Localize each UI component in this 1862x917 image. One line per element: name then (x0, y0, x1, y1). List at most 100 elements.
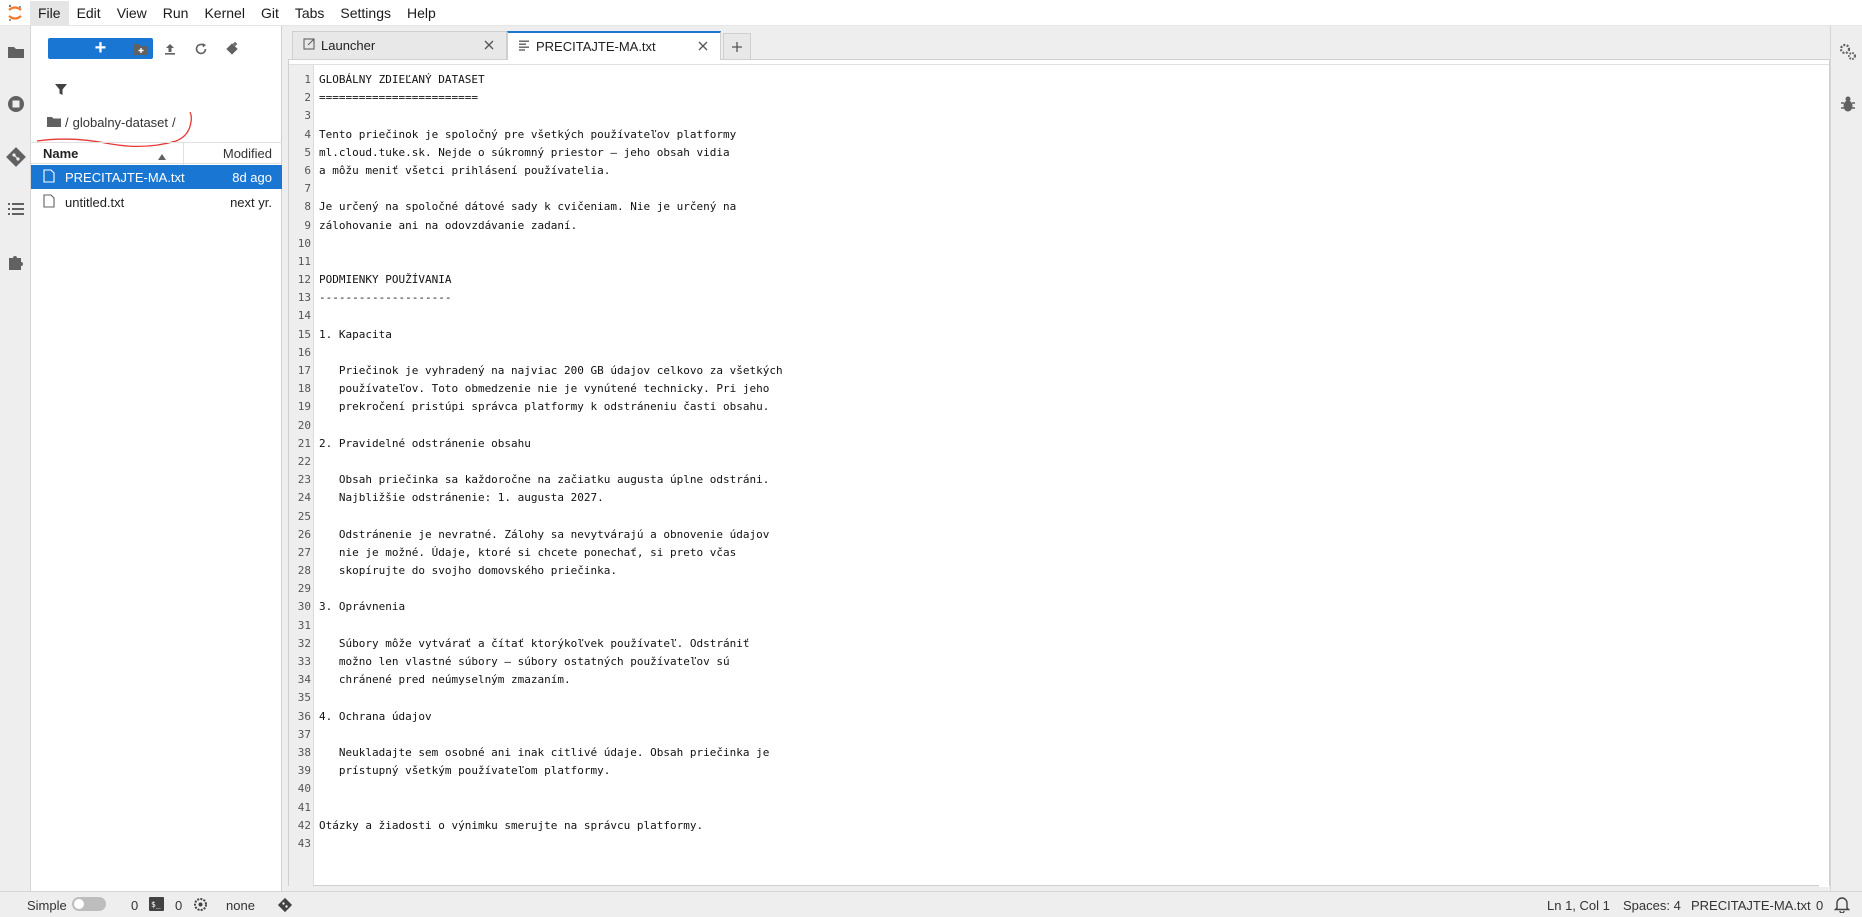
close-icon[interactable] (482, 38, 496, 55)
editor-line[interactable]: 26 Odstránenie je nevratné. Zálohy sa ne… (289, 526, 783, 544)
editor-line[interactable]: 43 (289, 835, 783, 853)
editor-line[interactable]: 21 2. Pravidelné odstránenie obsahu (289, 435, 783, 453)
line-text: 2. Pravidelné odstránenie obsahu (319, 436, 531, 450)
editor-line[interactable]: 42 Otázky a žiadosti o výnimku smerujte n… (289, 817, 783, 835)
menu-view[interactable]: View (109, 1, 155, 25)
editor-line[interactable]: 28 skopírujte do svojho domovského prieč… (289, 562, 783, 580)
filter-icon[interactable] (51, 80, 71, 100)
editor-line[interactable]: 19 prekročení pristúpi správca platformy… (289, 398, 783, 416)
editor-line[interactable]: 3 (289, 107, 783, 125)
editor-line[interactable]: 40 (289, 780, 783, 798)
folder-icon[interactable] (4, 40, 28, 64)
menu-tabs[interactable]: Tabs (287, 1, 333, 25)
debugger-bug-icon[interactable] (1836, 92, 1860, 116)
close-icon[interactable] (696, 39, 710, 56)
editor-line[interactable]: 20 (289, 417, 783, 435)
file-row-precitajte-ma[interactable]: PRECITAJTE-MA.txt 8d ago (31, 165, 282, 189)
editor-line[interactable]: 16 (289, 344, 783, 362)
editor-line[interactable]: 13 -------------------- (289, 289, 783, 307)
sort-ascending-icon[interactable] (158, 148, 166, 163)
editor-line[interactable]: 2 ======================== (289, 89, 783, 107)
menu-kernel[interactable]: Kernel (196, 1, 252, 25)
notification-bell-icon[interactable] (1833, 896, 1851, 914)
editor-line[interactable]: 22 (289, 453, 783, 471)
editor-line[interactable]: 5 ml.cloud.tuke.sk. Nejde o súkromný prie… (289, 144, 783, 162)
editor-line[interactable]: 7 (289, 180, 783, 198)
new-tab-add-icon[interactable] (723, 33, 751, 59)
line-number: 32 (297, 636, 311, 650)
vertical-scrollbar[interactable] (1819, 65, 1829, 887)
editor-line[interactable]: 8 Je určený na spoločné dátové sady k cvi… (289, 198, 783, 216)
editor-line[interactable]: 41 (289, 799, 783, 817)
file-row-untitled[interactable]: untitled.txt next yr. (31, 190, 282, 214)
indentation-setting[interactable]: Spaces: 4 (1623, 898, 1681, 914)
simple-mode-toggle[interactable] (72, 897, 106, 911)
editor-line[interactable]: 1 GLOBÁLNY ZDIEĽANÝ DATASET (289, 71, 783, 89)
line-number: 4 (304, 127, 311, 141)
column-name[interactable]: Name (43, 146, 78, 161)
new-folder-icon[interactable] (129, 38, 153, 60)
editor-line[interactable]: 23 Obsah priečinka sa každoročne na zači… (289, 471, 783, 489)
table-of-contents-icon[interactable] (4, 197, 28, 221)
svg-text:$_: $_ (151, 900, 161, 909)
editor-lines[interactable]: 1 GLOBÁLNY ZDIEĽANÝ DATASET 2 =============… (289, 71, 783, 853)
git-clone-icon[interactable] (220, 38, 244, 60)
editor-line[interactable]: 4 Tento priečinok je spoločný pre všetkýc… (289, 126, 783, 144)
terminal-icon[interactable]: $_ (149, 897, 164, 913)
editor-line[interactable]: 32 Súbory môže vytvárať a čítať ktorýkoľ… (289, 635, 783, 653)
breadcrumb-root[interactable]: / (65, 115, 69, 130)
menu-git[interactable]: Git (253, 1, 287, 25)
property-inspector-gears-icon[interactable] (1836, 40, 1860, 64)
notification-count[interactable]: 0 (1816, 898, 1823, 914)
editor-line[interactable]: 35 (289, 689, 783, 707)
editor-line[interactable]: 37 (289, 726, 783, 744)
menu-help[interactable]: Help (399, 1, 444, 25)
tab-launcher[interactable]: Launcher (292, 31, 507, 59)
code-editor[interactable]: 1 GLOBÁLNY ZDIEĽANÝ DATASET 2 =============… (289, 64, 1829, 887)
running-sessions-icon[interactable] (4, 92, 28, 116)
editor-line[interactable]: 31 (289, 617, 783, 635)
kernel-count[interactable]: 0 (131, 898, 138, 914)
editor-line[interactable]: 6 a môžu meniť všetci prihlásení používat… (289, 162, 783, 180)
menu-settings[interactable]: Settings (332, 1, 399, 25)
kernel-settings-icon[interactable] (193, 897, 208, 913)
editor-line[interactable]: 34 chránené pred neúmyselným zmazaním. (289, 671, 783, 689)
column-divider[interactable] (183, 143, 184, 165)
editor-line[interactable]: 30 3. Oprávnenia (289, 598, 783, 616)
editor-line[interactable]: 17 Priečinok je vyhradený na najviac 200… (289, 362, 783, 380)
menu-run[interactable]: Run (155, 1, 197, 25)
editor-line[interactable]: 14 (289, 307, 783, 325)
editor-line[interactable]: 25 (289, 508, 783, 526)
editor-line[interactable]: 29 (289, 580, 783, 598)
editor-line[interactable]: 39 prístupný všetkým používateľom platfo… (289, 762, 783, 780)
editor-line[interactable]: 9 zálohovanie ani na odovzdávanie zadaní. (289, 217, 783, 235)
line-text: Najbližšie odstránenie: 1. augusta 2027. (319, 491, 604, 505)
editor-line[interactable]: 38 Neukladajte sem osobné ani inak citli… (289, 744, 783, 762)
extensions-puzzle-icon[interactable] (4, 250, 28, 274)
breadcrumb-folder[interactable]: globalny-dataset (73, 115, 168, 130)
menu-file[interactable]: File (30, 0, 69, 25)
tab-precitajte-ma[interactable]: PRECITAJTE-MA.txt (507, 31, 721, 60)
jupyter-logo-icon[interactable] (0, 0, 30, 26)
home-folder-icon[interactable] (47, 115, 61, 130)
kernel-status[interactable]: none (226, 898, 255, 914)
editor-line[interactable]: 33 možno len vlastné súbory — súbory ost… (289, 653, 783, 671)
editor-line[interactable]: 18 používateľov. Toto obmedzenie nie je … (289, 380, 783, 398)
cursor-position[interactable]: Ln 1, Col 1 (1547, 898, 1610, 914)
upload-icon[interactable] (158, 38, 182, 60)
git-icon[interactable] (4, 145, 28, 169)
editor-line[interactable]: 10 (289, 235, 783, 253)
editor-line[interactable]: 15 1. Kapacita (289, 326, 783, 344)
terminal-count[interactable]: 0 (175, 898, 182, 914)
editor-line[interactable]: 36 4. Ochrana údajov (289, 708, 783, 726)
refresh-icon[interactable] (189, 38, 213, 60)
editor-line[interactable]: 24 Najbližšie odstránenie: 1. augusta 20… (289, 489, 783, 507)
editor-line[interactable]: 11 (289, 253, 783, 271)
line-number: 16 (297, 345, 311, 359)
git-status-icon[interactable] (277, 897, 293, 913)
editor-line[interactable]: 12 PODMIENKY POUŽÍVANIA (289, 271, 783, 289)
editor-line[interactable]: 27 nie je možné. Údaje, ktoré si chcete … (289, 544, 783, 562)
menu-edit[interactable]: Edit (69, 1, 109, 25)
column-modified[interactable]: Modified (223, 146, 272, 161)
line-number: 39 (297, 764, 311, 778)
